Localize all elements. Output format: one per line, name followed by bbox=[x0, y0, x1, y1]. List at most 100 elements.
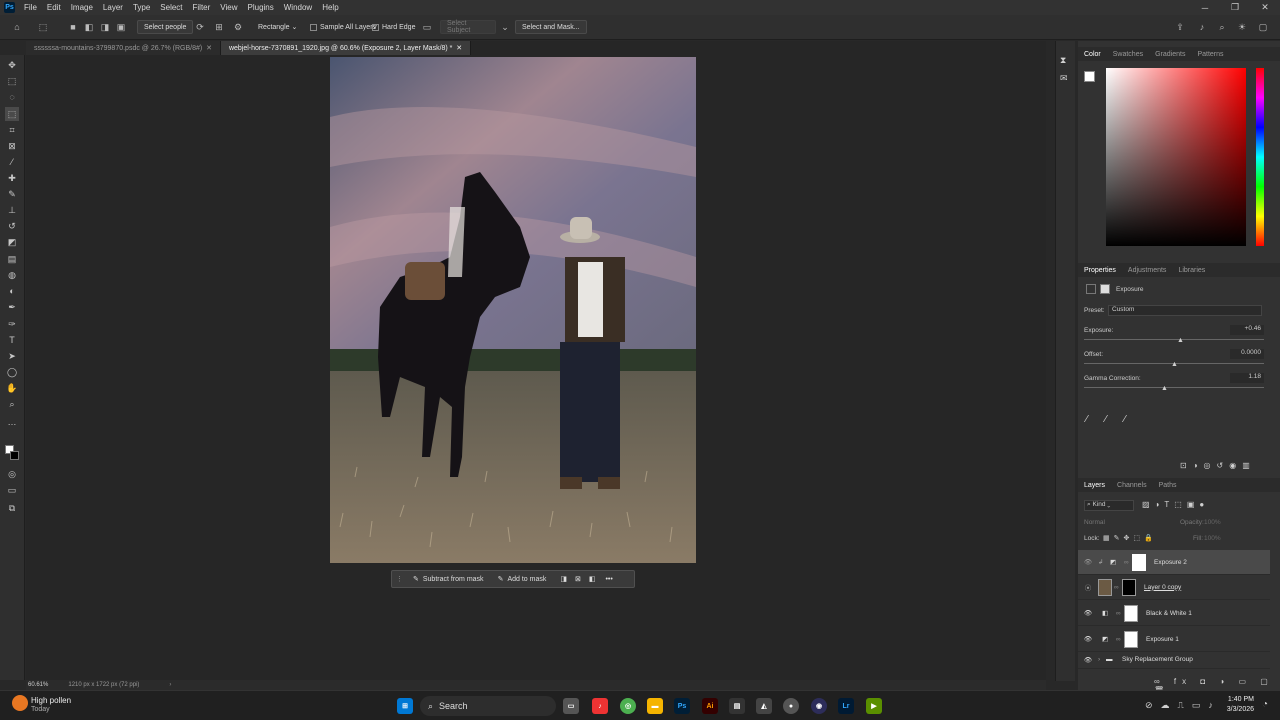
tab-layers[interactable]: Layers bbox=[1078, 482, 1111, 489]
history-icon[interactable]: ⧗ bbox=[1060, 55, 1066, 66]
document-image[interactable] bbox=[330, 57, 696, 563]
eye-icon[interactable]: 👁 bbox=[1078, 656, 1098, 664]
layer-name[interactable]: Exposure 2 bbox=[1154, 559, 1187, 566]
properties-footer-icons[interactable]: ⊡◑◎↺◉▥ bbox=[1180, 461, 1256, 470]
eye-icon[interactable]: 👁 bbox=[1078, 609, 1098, 617]
opacity-value[interactable]: 100% bbox=[1204, 519, 1221, 526]
sun-icon[interactable]: ☀ bbox=[1235, 20, 1249, 34]
home-icon[interactable]: ⌂ bbox=[10, 20, 24, 34]
weather-icon[interactable] bbox=[12, 695, 28, 711]
healing-tool-icon[interactable]: ✚ bbox=[5, 171, 19, 185]
photoshop-taskbar-icon[interactable]: Ps bbox=[674, 698, 690, 714]
search-icon[interactable]: ⌕ bbox=[1215, 20, 1229, 34]
preset-dropdown[interactable]: Custom bbox=[1108, 305, 1262, 316]
menu-select[interactable]: Select bbox=[155, 3, 187, 12]
layer-mask-thumbnail[interactable] bbox=[1122, 578, 1136, 596]
pen-alt-tool-icon[interactable]: ✑ bbox=[5, 317, 19, 331]
drag-handle-icon[interactable]: ⋮ bbox=[396, 575, 403, 583]
clock-time[interactable]: 1:40 PM bbox=[1222, 696, 1254, 703]
taskbar-search[interactable]: ⌕ Search bbox=[420, 696, 556, 716]
overlay-icon[interactable]: ⊞ bbox=[212, 20, 226, 34]
tab-patterns[interactable]: Patterns bbox=[1191, 51, 1229, 58]
intersect-selection-icon[interactable]: ▣ bbox=[114, 20, 128, 34]
menu-file[interactable]: File bbox=[19, 3, 42, 12]
menu-edit[interactable]: Edit bbox=[42, 3, 66, 12]
menu-window[interactable]: Window bbox=[279, 3, 317, 12]
tab-color[interactable]: Color bbox=[1078, 51, 1107, 58]
bell-icon[interactable]: ♪ bbox=[1195, 20, 1209, 34]
chrome-icon[interactable]: ◎ bbox=[620, 698, 636, 714]
exposure-slider-track[interactable] bbox=[1084, 339, 1264, 340]
select-and-mask-button[interactable]: Select and Mask... bbox=[515, 20, 587, 34]
gradient-tool-icon[interactable]: ▤ bbox=[5, 252, 19, 266]
system-tray-icons[interactable]: ⊘☁⎍▭♪ bbox=[1145, 700, 1221, 711]
color-picker-field[interactable] bbox=[1106, 68, 1246, 246]
select-people-button[interactable]: Select people bbox=[137, 20, 194, 34]
object-select-tool-icon[interactable]: ⬚ bbox=[5, 107, 19, 121]
chevron-right-icon[interactable]: › bbox=[1098, 656, 1106, 663]
layer-name[interactable]: Exposure 1 bbox=[1146, 636, 1179, 643]
chain-icon[interactable]: ∞ bbox=[1124, 559, 1132, 566]
chain-icon[interactable]: ∞ bbox=[1116, 636, 1124, 643]
path-select-tool-icon[interactable]: ➤ bbox=[5, 349, 19, 363]
dodge-tool-icon[interactable]: ◐ bbox=[5, 284, 19, 298]
task-view-icon[interactable]: ▭ bbox=[563, 698, 579, 714]
offset-input[interactable]: 0.0000 bbox=[1230, 349, 1264, 359]
app-icon[interactable]: ▶ bbox=[866, 698, 882, 714]
lightroom-taskbar-icon[interactable]: Lr bbox=[838, 698, 854, 714]
fill-value[interactable]: 100% bbox=[1204, 535, 1221, 542]
workspace-icon[interactable]: ▢ bbox=[1256, 20, 1270, 34]
gamma-input[interactable]: 1.18 bbox=[1230, 373, 1264, 383]
hue-slider[interactable] bbox=[1256, 68, 1264, 246]
mask-icon[interactable] bbox=[1100, 284, 1110, 294]
close-icon[interactable]: ✕ bbox=[1250, 0, 1280, 15]
stamp-tool-icon[interactable]: ⊥ bbox=[5, 203, 19, 217]
layer-mask-thumbnail[interactable] bbox=[1124, 604, 1138, 622]
illustrator-taskbar-icon[interactable]: Ai bbox=[702, 698, 718, 714]
fill-mask-icon[interactable]: ⊠ bbox=[575, 575, 581, 583]
menu-image[interactable]: Image bbox=[66, 3, 98, 12]
subtract-selection-icon[interactable]: ◨ bbox=[98, 20, 112, 34]
blur-tool-icon[interactable]: ◍ bbox=[5, 268, 19, 282]
hand-tool-icon[interactable]: ✋ bbox=[5, 381, 19, 395]
gamma-slider-track[interactable] bbox=[1084, 387, 1264, 388]
layer-group-row[interactable]: 👁 › ▬ Sky Replacement Group bbox=[1078, 651, 1270, 669]
layer-mask-thumbnail[interactable] bbox=[1132, 553, 1146, 571]
gamma-slider-thumb[interactable]: ▲ bbox=[1161, 385, 1168, 392]
tab-horse[interactable]: webjel-horse-7370891_1920.jpg @ 60.6% (E… bbox=[220, 41, 472, 55]
weather-title[interactable]: High pollen bbox=[31, 696, 71, 705]
chain-icon[interactable]: ∞ bbox=[1114, 584, 1122, 591]
eye-icon[interactable]: ⦿ bbox=[1078, 582, 1098, 592]
eye-icon[interactable]: 👁 bbox=[1078, 635, 1098, 643]
add-to-mask-button[interactable]: Add to mask bbox=[507, 576, 546, 583]
history-brush-icon[interactable]: ↺ bbox=[5, 219, 19, 233]
layer-name[interactable]: Black & White 1 bbox=[1146, 610, 1192, 617]
quick-mask-icon[interactable]: ◎ bbox=[5, 467, 19, 481]
invert-mask-icon[interactable]: ◨ bbox=[560, 575, 567, 583]
crop-tool-icon[interactable]: ⌗ bbox=[5, 123, 19, 137]
menu-layer[interactable]: Layer bbox=[98, 3, 128, 12]
file-explorer-icon[interactable]: ▬ bbox=[647, 698, 663, 714]
menu-filter[interactable]: Filter bbox=[188, 3, 216, 12]
frame-mode-icon[interactable]: ⧉ bbox=[5, 501, 19, 515]
status-arrow-icon[interactable]: › bbox=[169, 682, 171, 688]
select-subject-button[interactable]: Select Subject bbox=[440, 20, 496, 34]
tab-mountains[interactable]: ssssssa-mountains-3799870.psdc @ 26.7% (… bbox=[26, 41, 221, 55]
chain-icon[interactable]: ∞ bbox=[1116, 610, 1124, 617]
app-icon[interactable]: ◭ bbox=[756, 698, 772, 714]
layer-filter-kind[interactable]: ⌕ Kind ⌄ bbox=[1084, 500, 1134, 511]
mode-dropdown[interactable]: Rectangle ⌄ bbox=[252, 20, 298, 34]
app-icon[interactable]: ◉ bbox=[811, 698, 827, 714]
tab-paths[interactable]: Paths bbox=[1153, 482, 1183, 489]
hard-edge-checkbox[interactable]: ✓ Hard Edge bbox=[366, 20, 421, 34]
eyedropper-black-icon[interactable]: ⁄ bbox=[1086, 414, 1088, 425]
eye-hidden-icon[interactable]: 👁 bbox=[1078, 558, 1098, 566]
background-swatch[interactable] bbox=[10, 451, 19, 460]
blend-mode-dropdown[interactable]: Normal bbox=[1084, 519, 1105, 526]
shape-tool-icon[interactable]: ◯ bbox=[5, 365, 19, 379]
new-selection-icon[interactable]: ■ bbox=[66, 20, 80, 34]
mask-icon[interactable]: ▭ bbox=[420, 20, 434, 34]
brush-tool-icon[interactable]: ✎ bbox=[5, 187, 19, 201]
layer-filter-icons[interactable]: ▨◑T⬚▣● bbox=[1142, 500, 1209, 509]
zoom-level[interactable]: 60.61% bbox=[28, 682, 48, 688]
